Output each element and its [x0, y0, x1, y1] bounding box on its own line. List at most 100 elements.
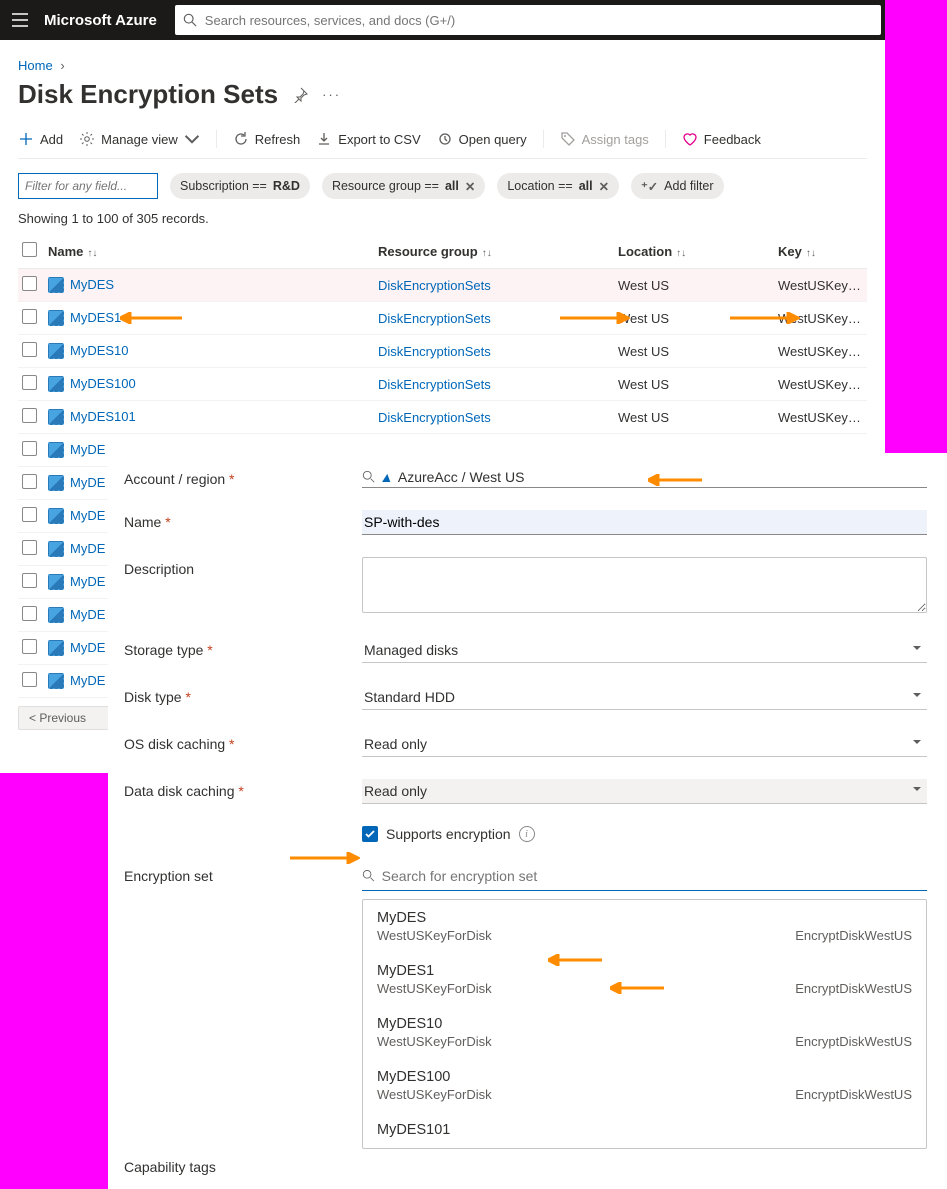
download-icon — [316, 131, 332, 147]
dropdown-item-vault: EncryptDiskWestUS — [795, 1034, 912, 1049]
sort-icon: ↑↓ — [478, 248, 492, 259]
dropdown-item-vault: EncryptDiskWestUS — [795, 928, 912, 943]
more-icon[interactable]: ··· — [322, 87, 341, 102]
row-checkbox[interactable] — [22, 540, 37, 555]
dropdown-item[interactable]: MyDES100WestUSKeyForDiskEncryptDiskWestU… — [363, 1059, 926, 1112]
page-title: Disk Encryption Sets — [18, 79, 278, 110]
col-location[interactable]: Location↑↓ — [614, 234, 774, 269]
dropdown-item-title: MyDES1 — [377, 963, 912, 979]
name-input[interactable] — [362, 510, 927, 535]
dropdown-item[interactable]: MyDES1WestUSKeyForDiskEncryptDiskWestUS — [363, 953, 926, 1006]
info-icon[interactable]: i — [519, 826, 535, 842]
row-checkbox[interactable] — [22, 507, 37, 522]
row-checkbox[interactable] — [22, 672, 37, 687]
row-checkbox[interactable] — [22, 375, 37, 390]
row-key: WestUSKey… — [774, 335, 867, 368]
filter-any-field-input[interactable] — [18, 173, 158, 199]
close-icon[interactable]: ✕ — [465, 179, 475, 194]
row-checkbox[interactable] — [22, 276, 37, 291]
global-search-input[interactable] — [203, 12, 873, 29]
heart-icon — [682, 131, 698, 147]
row-resource-group[interactable]: DiskEncryptionSets — [378, 344, 491, 359]
dropdown-item[interactable]: MyDES101 — [363, 1112, 926, 1148]
dropdown-item[interactable]: MyDESWestUSKeyForDiskEncryptDiskWestUS — [363, 900, 926, 953]
row-name[interactable]: MyDE — [70, 607, 105, 622]
dropdown-item[interactable]: MyDES10WestUSKeyForDiskEncryptDiskWestUS — [363, 1006, 926, 1059]
disk-encryption-set-icon — [48, 310, 64, 326]
row-resource-group[interactable]: DiskEncryptionSets — [378, 377, 491, 392]
disk-type-select[interactable]: Standard HDD — [362, 685, 927, 710]
row-name[interactable]: MyDE — [70, 673, 105, 688]
row-name[interactable]: MyDES1 — [70, 310, 121, 325]
storage-type-select[interactable]: Managed disks — [362, 638, 927, 663]
row-name[interactable]: MyDE — [70, 442, 105, 457]
os-disk-caching-select[interactable]: Read only — [362, 732, 927, 757]
close-icon[interactable]: ✕ — [599, 179, 609, 194]
row-key: WestUSKey… — [774, 269, 867, 302]
col-key[interactable]: Key↑↓ — [774, 234, 867, 269]
disk-encryption-set-icon — [48, 277, 64, 293]
dropdown-item-key: WestUSKeyForDisk — [377, 1034, 492, 1049]
row-checkbox[interactable] — [22, 474, 37, 489]
row-location: West US — [614, 269, 774, 302]
filter-pill-subscription[interactable]: Subscription == R&D — [170, 173, 310, 199]
table-row[interactable]: MyDES DiskEncryptionSets West USWestUSKey… — [18, 269, 867, 302]
pin-icon[interactable] — [292, 87, 308, 103]
supports-encryption-checkbox[interactable] — [362, 826, 378, 842]
row-checkbox[interactable] — [22, 606, 37, 621]
row-checkbox[interactable] — [22, 309, 37, 324]
hamburger-menu-icon[interactable] — [0, 0, 40, 40]
open-query-button[interactable]: Open query — [437, 131, 527, 147]
disk-encryption-set-icon — [48, 442, 64, 458]
add-button[interactable]: Add — [18, 131, 63, 147]
label-account-region: Account / region — [124, 467, 362, 487]
row-location: West US — [614, 368, 774, 401]
table-row[interactable]: MyDES101DiskEncryptionSetsWest USWestUSK… — [18, 401, 867, 434]
export-csv-button[interactable]: Export to CSV — [316, 131, 420, 147]
assign-tags-button: Assign tags — [560, 131, 649, 147]
account-region-field[interactable]: ▲ AzureAcc / West US — [362, 467, 927, 488]
azure-logo-icon: ▲ — [375, 469, 399, 485]
disk-encryption-set-icon — [48, 541, 64, 557]
row-resource-group[interactable]: DiskEncryptionSets — [378, 278, 491, 293]
table-row[interactable]: MyDES1DiskEncryptionSetsWest USWestUSKey… — [18, 302, 867, 335]
label-storage-type: Storage type — [124, 638, 362, 658]
filter-pill-resource-group[interactable]: Resource group == all✕ — [322, 173, 485, 199]
global-search[interactable] — [175, 5, 881, 35]
row-name[interactable]: MyDE — [70, 541, 105, 556]
row-checkbox[interactable] — [22, 573, 37, 588]
row-name[interactable]: MyDE — [70, 640, 105, 655]
col-resource-group[interactable]: Resource group↑↓ — [374, 234, 614, 269]
search-icon — [183, 13, 197, 27]
table-row[interactable]: MyDES10 DiskEncryptionSets West USWestUSKe… — [18, 335, 867, 368]
row-name[interactable]: MyDES100 — [70, 376, 136, 391]
row-resource-group[interactable]: DiskEncryptionSets — [378, 410, 491, 425]
row-resource-group[interactable]: DiskEncryptionSets — [378, 311, 491, 326]
breadcrumb-home[interactable]: Home — [18, 58, 53, 73]
data-disk-caching-select[interactable]: Read only — [362, 779, 927, 804]
manage-view-button[interactable]: Manage view — [79, 131, 200, 147]
row-name[interactable]: MyDES10 — [70, 343, 129, 358]
row-location: West US — [614, 335, 774, 368]
row-name[interactable]: MyDE — [70, 475, 105, 490]
row-name[interactable]: MyDES — [70, 277, 114, 292]
row-checkbox[interactable] — [22, 342, 37, 357]
encryption-set-dropdown: MyDESWestUSKeyForDiskEncryptDiskWestUSMy… — [362, 899, 927, 1149]
row-checkbox[interactable] — [22, 408, 37, 423]
description-textarea[interactable] — [362, 557, 927, 613]
add-filter-button[interactable]: ⁺✓Add filter — [631, 173, 723, 199]
filter-pill-location[interactable]: Location == all✕ — [497, 173, 619, 199]
col-name[interactable]: Name↑↓ — [44, 234, 374, 269]
label-data-disk-caching: Data disk caching — [124, 779, 362, 799]
row-name[interactable]: MyDE — [70, 574, 105, 589]
select-all-checkbox[interactable] — [22, 242, 37, 257]
row-name[interactable]: MyDES101 — [70, 409, 136, 424]
label-name: Name — [124, 510, 362, 530]
row-checkbox[interactable] — [22, 441, 37, 456]
row-name[interactable]: MyDE — [70, 508, 105, 523]
table-row[interactable]: MyDES100DiskEncryptionSetsWest USWestUSK… — [18, 368, 867, 401]
row-checkbox[interactable] — [22, 639, 37, 654]
refresh-button[interactable]: Refresh — [233, 131, 301, 147]
feedback-button[interactable]: Feedback — [682, 131, 761, 147]
encryption-set-search-input[interactable] — [376, 864, 927, 888]
